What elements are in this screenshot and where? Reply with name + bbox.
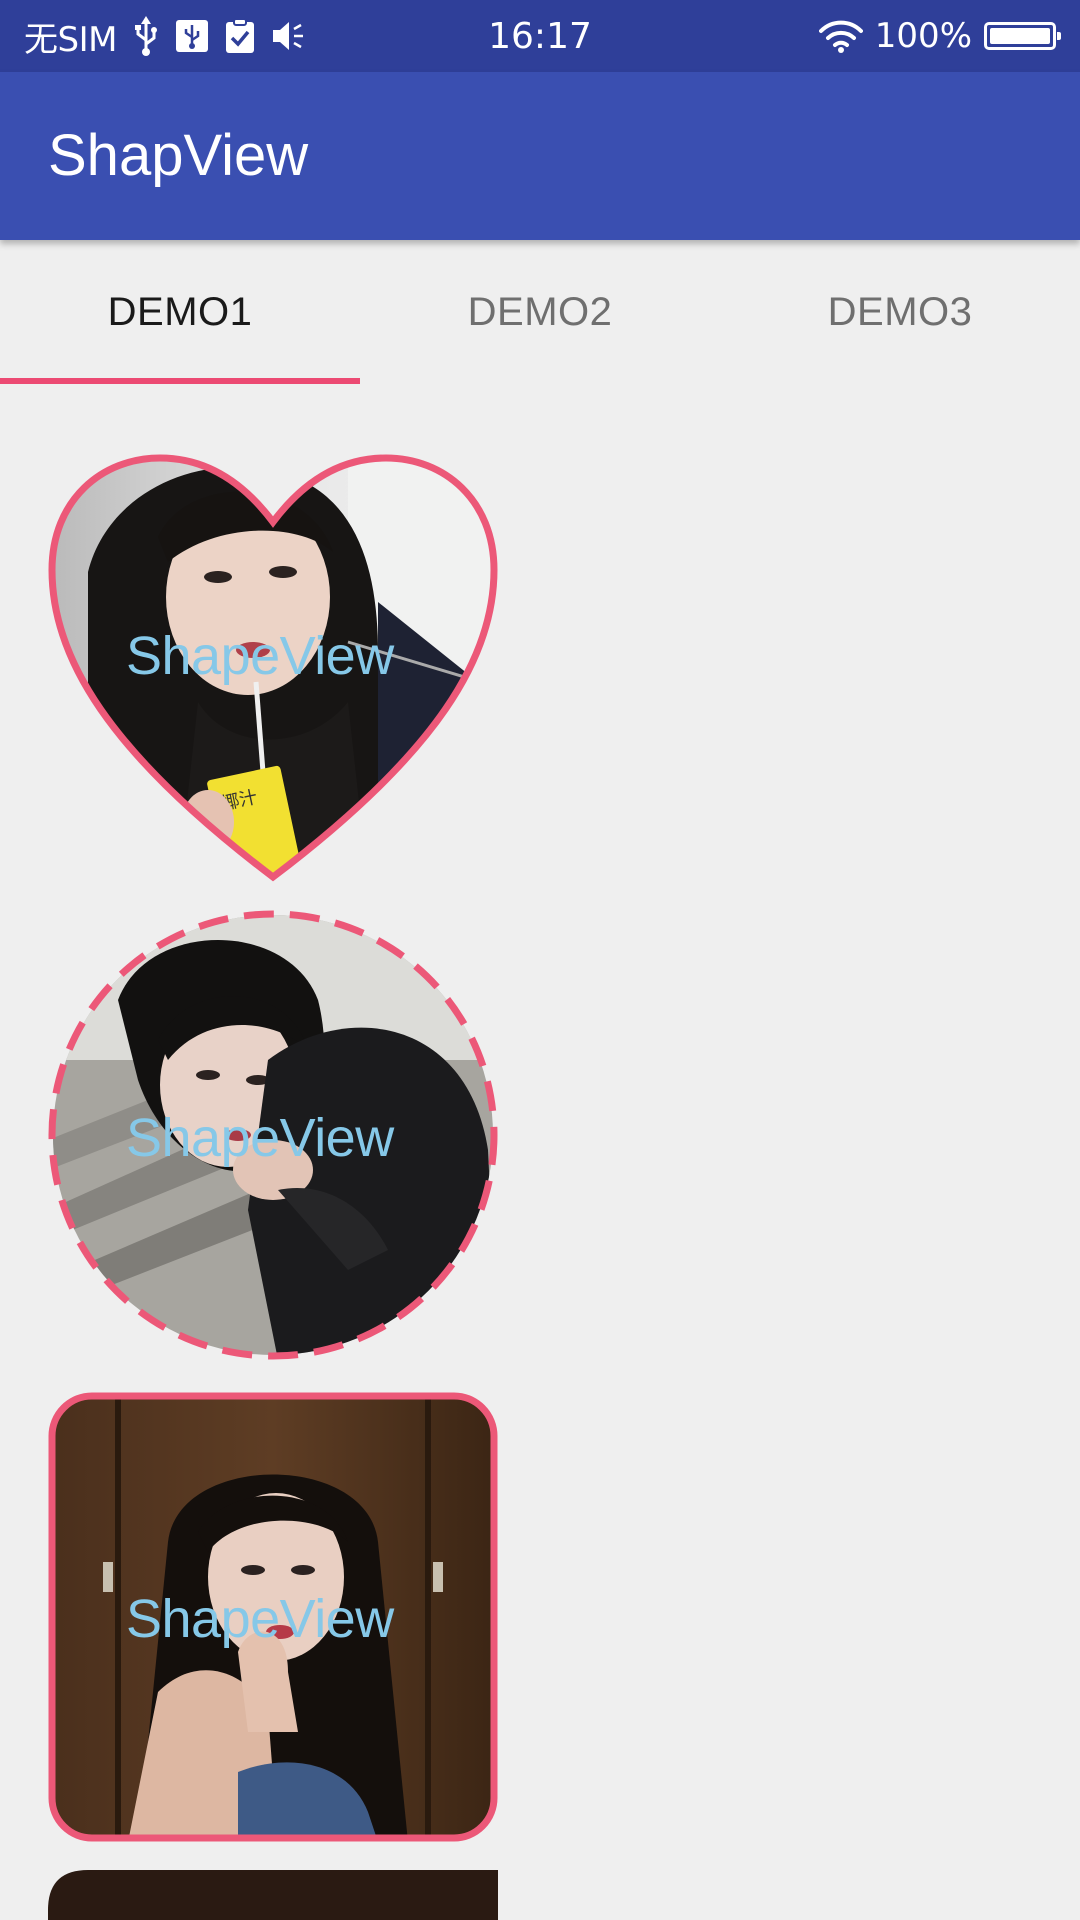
clipboard-check-icon xyxy=(225,18,255,54)
app-title: ShapView xyxy=(48,123,309,188)
battery-icon xyxy=(984,22,1061,50)
heart-shape-view[interactable]: 椰汁 xyxy=(48,452,498,884)
status-left-group: 无SIM xyxy=(24,0,307,72)
carrier-label: 无SIM xyxy=(24,19,117,60)
app-bar: ShapView xyxy=(0,72,1080,240)
volume-icon xyxy=(271,20,307,52)
status-bar: 无SIM 16:17 100% xyxy=(0,0,1080,72)
tab-demo3[interactable]: DEMO3 xyxy=(720,240,1080,384)
usb-debug-icon xyxy=(175,19,209,53)
battery-percent: 100% xyxy=(874,16,972,56)
battery-level-fill xyxy=(990,28,1050,44)
rounded-rect-photo xyxy=(52,1396,494,1838)
wifi-icon xyxy=(818,19,863,53)
tab-demo2[interactable]: DEMO2 xyxy=(360,240,720,384)
circle-shape-view[interactable] xyxy=(48,910,498,1360)
usb-icon xyxy=(133,16,159,56)
tab-bar: DEMO1 DEMO2 DEMO3 xyxy=(0,240,1080,384)
status-right-group: 100% xyxy=(818,0,1061,72)
tab-demo1[interactable]: DEMO1 xyxy=(0,240,360,384)
partial-shape-view[interactable] xyxy=(48,1870,498,1920)
tab-indicator xyxy=(0,378,360,384)
rounded-rect-shape-view[interactable] xyxy=(48,1392,498,1842)
